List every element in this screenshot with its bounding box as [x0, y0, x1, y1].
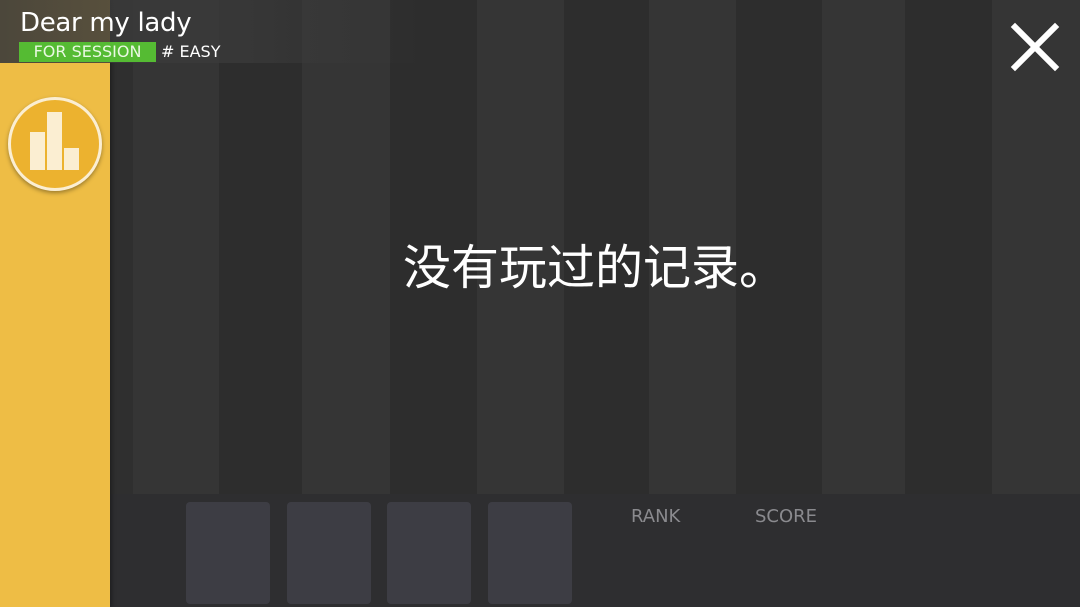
bar-chart-icon	[30, 112, 79, 170]
song-header: Dear my lady FOR SESSION # EASY	[0, 0, 420, 63]
results-panel: RANK SCORE	[110, 494, 1080, 607]
session-badge: FOR SESSION	[19, 42, 156, 62]
stats-button[interactable]	[8, 97, 102, 191]
result-slot	[387, 502, 471, 604]
close-button[interactable]	[1004, 16, 1066, 78]
rank-label: RANK	[631, 506, 681, 527]
result-slot	[186, 502, 270, 604]
close-icon	[1010, 22, 1060, 72]
sidebar	[0, 0, 110, 607]
song-title: Dear my lady	[20, 8, 192, 38]
result-slot	[488, 502, 572, 604]
result-slot	[287, 502, 371, 604]
no-record-message: 没有玩过的记录。	[402, 240, 787, 296]
difficulty-label: # EASY	[161, 42, 221, 61]
score-label: SCORE	[755, 506, 818, 527]
